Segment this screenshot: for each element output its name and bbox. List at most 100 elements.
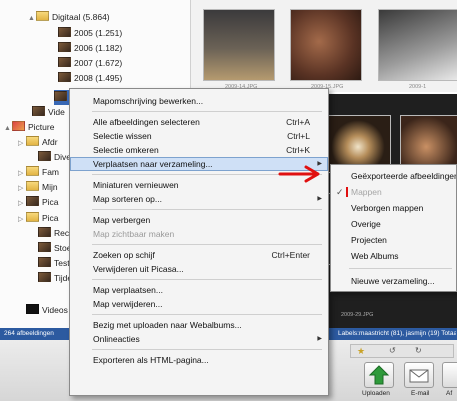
expand-icon[interactable]: ▷ xyxy=(18,136,26,151)
folder-icon xyxy=(36,11,49,21)
submenu-item-label: Verborgen mappen xyxy=(351,203,424,213)
menu-item[interactable]: Selectie wissen Ctrl+L xyxy=(70,129,328,143)
tree-item[interactable]: ▷ Fam xyxy=(18,165,59,180)
photo-thumbnail[interactable] xyxy=(204,10,274,80)
more-button[interactable] xyxy=(442,362,457,388)
star-toolbar: ★ ↺ ↻ xyxy=(350,344,454,358)
tree-item[interactable]: Test xyxy=(38,256,70,271)
menu-item[interactable]: Mapomschrijving bewerken... xyxy=(70,94,328,108)
menu-item-label: Map sorteren op... xyxy=(93,194,162,204)
submenu-item-label: Web Albums xyxy=(351,251,399,261)
photo-strip-top: 2009-14.JPG 2009-15.JPG 2009-1 xyxy=(191,0,457,92)
context-menu: Mapomschrijving bewerken... Alle afbeeldi… xyxy=(69,88,329,396)
photo-thumbnail[interactable] xyxy=(379,10,457,80)
star-icon[interactable]: ★ xyxy=(357,346,365,357)
tree-item[interactable]: ▷ Pica xyxy=(18,211,59,226)
menu-item[interactable]: Bezig met uploaden naar Webalbums... xyxy=(70,318,328,332)
tree-item[interactable]: 2007 (1.672) xyxy=(58,56,122,71)
menu-item[interactable]: Zoeken op schijf Ctrl+Enter xyxy=(70,248,328,262)
tree-item-label: Pica xyxy=(42,197,59,207)
submenu-item[interactable]: Overige xyxy=(331,217,456,231)
collapse-icon[interactable]: ▲ xyxy=(28,11,36,26)
red-arrow-icon xyxy=(278,165,320,183)
red-marker-icon xyxy=(346,187,348,197)
menu-item-label: Selectie omkeren xyxy=(93,145,159,155)
upload-button[interactable] xyxy=(364,362,394,388)
submenu-item-label: Projecten xyxy=(351,235,387,245)
menu-item-label: Miniaturen vernieuwen xyxy=(93,180,179,190)
menu-item[interactable]: Exporteren als HTML-pagina... xyxy=(70,353,328,367)
tree-item[interactable]: ▲ Picture xyxy=(4,120,54,135)
status-count: 264 afbeeldingen xyxy=(4,330,54,337)
checkmark-icon: ✓ xyxy=(336,187,344,197)
more-label: Af xyxy=(446,390,453,397)
tree-item[interactable]: 2006 (1.182) xyxy=(58,41,122,56)
menu-item-label: Map verwijderen... xyxy=(93,299,163,309)
menu-separator xyxy=(349,268,452,269)
menu-item[interactable]: Selectie omkeren Ctrl+K xyxy=(70,143,328,157)
submenu-item[interactable]: Web Albums xyxy=(331,249,456,263)
menu-item-label: Selectie wissen xyxy=(93,131,152,141)
thumbnail-icon xyxy=(38,272,51,282)
submenu-item-label: Mappen xyxy=(351,187,382,197)
menu-item-shortcut: Ctrl+Enter xyxy=(271,250,311,260)
tree-item[interactable]: Reci xyxy=(38,226,71,241)
menu-item-shortcut: Ctrl+K xyxy=(286,145,310,155)
menu-item-label: Map zichtbaar maken xyxy=(93,229,175,239)
tree-item-label: Digitaal (5.864) xyxy=(52,12,110,22)
tree-item[interactable]: ▷ Afdr xyxy=(18,135,58,150)
menu-item[interactable]: Alle afbeeldingen selecteren Ctrl+A xyxy=(70,115,328,129)
tree-item[interactable]: ▷ Mijn xyxy=(18,180,58,195)
tree-item-label: 2005 (1.251) xyxy=(74,28,123,38)
tree-item[interactable]: Tijde xyxy=(38,271,72,286)
status-labels: Labels:maastricht (81), jasmijn (19) Tot… xyxy=(338,330,456,337)
submenu-item[interactable]: Geëxporteerde afbeeldingen xyxy=(331,169,456,183)
rotate-left-icon[interactable]: ↺ xyxy=(389,346,396,355)
menu-separator xyxy=(92,209,322,210)
tree-item[interactable]: ▲ Digitaal (5.864) xyxy=(28,10,110,25)
menu-item-label: Alle afbeeldingen selecteren xyxy=(93,117,200,127)
folder-icon xyxy=(26,166,39,176)
menu-item[interactable]: Map verwijderen... xyxy=(70,297,328,311)
tree-item[interactable]: 2005 (1.251) xyxy=(58,26,122,41)
submenu-item[interactable]: Projecten xyxy=(331,233,456,247)
menu-item[interactable]: Verwijderen uit Picasa... xyxy=(70,262,328,276)
menu-item[interactable]: Map sorteren op... ▶ xyxy=(70,192,328,206)
submenu-item[interactable]: Verborgen mappen xyxy=(331,201,456,215)
submenu-arrow-icon: ▶ xyxy=(317,336,322,342)
submenu-item-label: Overige xyxy=(351,219,381,229)
submenu-item-label: Nieuwe verzameling... xyxy=(351,276,435,286)
tree-item[interactable]: Videos xyxy=(26,303,68,318)
submenu-item[interactable]: Nieuwe verzameling... xyxy=(331,274,456,288)
expand-icon[interactable]: ▷ xyxy=(18,212,26,227)
tree-item[interactable]: ▷ Pica xyxy=(18,195,59,210)
folder-icon xyxy=(26,136,39,146)
menu-item[interactable]: Onlineacties ▶ xyxy=(70,332,328,346)
tree-item[interactable]: Vide xyxy=(32,105,65,120)
menu-item-label: Zoeken op schijf xyxy=(93,250,155,260)
thumbnail-icon xyxy=(58,72,71,82)
collection-submenu: Geëxporteerde afbeeldingen ✓ Mappen Verborg… xyxy=(330,164,457,292)
tree-item[interactable]: 2008 (1.495) xyxy=(58,71,122,86)
expand-icon[interactable]: ▷ xyxy=(18,196,26,211)
menu-item[interactable]: Map verbergen xyxy=(70,213,328,227)
thumbnail-icon xyxy=(58,27,71,37)
upload-label: Uploaden xyxy=(362,390,390,397)
expand-icon[interactable]: ▷ xyxy=(18,166,26,181)
photo-caption: 2009-1 xyxy=(409,84,427,90)
menu-item-label: Verplaatsen naar verzameling... xyxy=(93,159,213,169)
menu-item[interactable]: Map verplaatsen... xyxy=(70,283,328,297)
submenu-arrow-icon: ▶ xyxy=(317,196,322,202)
tree-item-label: Videos xyxy=(42,305,68,315)
menu-item-label: Exporteren als HTML-pagina... xyxy=(93,355,209,365)
expand-icon[interactable]: ▷ xyxy=(18,181,26,196)
menu-item-label: Bezig met uploaden naar Webalbums... xyxy=(93,320,242,330)
photo-thumbnail[interactable] xyxy=(291,10,361,80)
tree-item-label: Afdr xyxy=(42,137,58,147)
rotate-right-icon[interactable]: ↻ xyxy=(415,346,422,355)
thumbnail-icon xyxy=(38,257,51,267)
tree-item[interactable]: Dive xyxy=(38,150,71,165)
tree-item[interactable]: Stoe xyxy=(38,241,72,256)
collapse-icon[interactable]: ▲ xyxy=(4,121,12,136)
email-button[interactable] xyxy=(404,362,434,388)
